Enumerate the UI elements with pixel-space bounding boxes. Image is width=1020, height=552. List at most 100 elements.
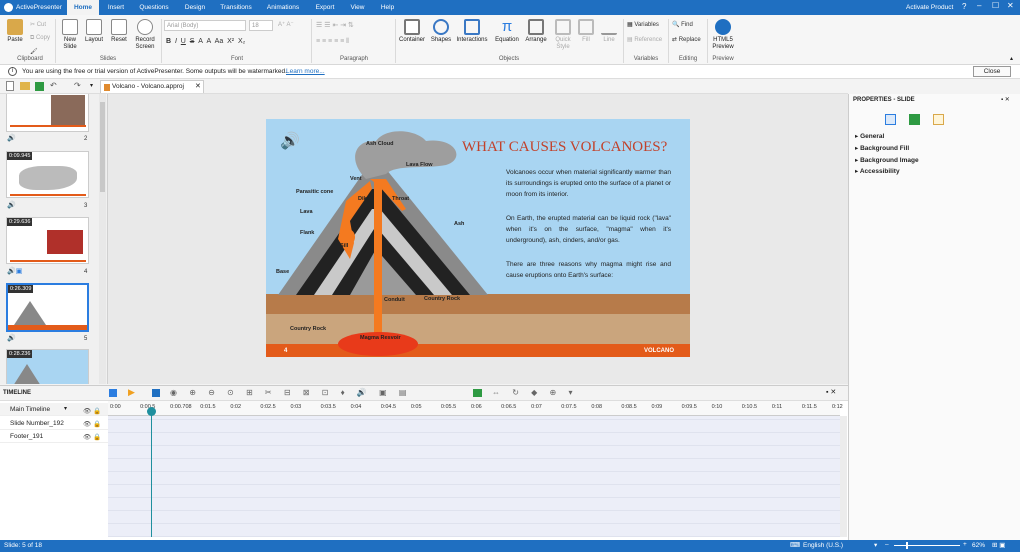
copy-button[interactable]: ⧉ Copy [30,35,50,42]
timeline-view-icon[interactable] [109,389,117,397]
font-format-icons[interactable]: B I U S A A Aa X² X₂ [166,38,245,45]
slide-5[interactable]: 🔊 WHAT CAUSES VOLCANOES? Volcanoes occur… [266,119,690,357]
tab-home[interactable]: Home [67,0,99,15]
slide-thumbnail-2[interactable] [6,94,89,132]
timeline-close-icon[interactable]: ▪ ✕ [826,388,836,396]
new-slide-button[interactable]: New Slide [58,19,82,51]
label-conduit: Conduit [384,297,405,303]
minimize-icon[interactable]: – [977,1,981,10]
language[interactable]: English (U.S.) [803,542,843,549]
ruler-tick-label: 0:07.5 [561,404,577,410]
zoom-slider[interactable] [894,545,960,546]
interactions-button[interactable]: Interactions [454,19,490,44]
document-tab[interactable]: Volcano - Volcano.approj ✕ [100,80,204,93]
ruler-tick-label: 0:09.5 [681,404,697,410]
document-tab-close-icon[interactable]: ✕ [195,82,201,90]
timeline-tracks-area[interactable] [108,416,840,537]
save-icon[interactable] [35,82,44,91]
slide-properties-icon[interactable] [885,114,896,125]
thumbnails-scroll-thumb[interactable] [100,102,105,192]
lava-image [47,230,83,254]
grow-font-icon[interactable]: A⁺ A⁻ [278,21,294,28]
quick-style-button[interactable]: Quick Style [550,19,576,51]
tab-view[interactable]: View [345,0,370,15]
learn-more-link[interactable]: Learn more... [286,68,325,75]
visibility-eye-icons[interactable]: 👁 🔒 👁 🔒 👁 🔒 [83,405,101,444]
font-size-select[interactable]: 18 [249,20,273,31]
replace-button[interactable]: ⇄ Replace [672,36,701,43]
maximize-icon[interactable]: ☐ [992,1,999,10]
properties-background-image[interactable]: ▸ Background Image [855,156,919,164]
shapes-button[interactable]: Shapes [428,19,454,44]
paste-button[interactable]: Paste [4,19,26,44]
tab-insert[interactable]: Insert [102,0,130,15]
playhead-handle[interactable] [147,407,156,416]
arrange-button[interactable]: Arrange [522,19,550,44]
zoom-level: 62% [972,542,986,549]
properties-general[interactable]: ▸ General [855,132,884,140]
tab-design[interactable]: Design [180,0,210,15]
fit-to-window-icon[interactable]: ⊞ ▣ [992,541,1005,549]
new-project-icon[interactable] [6,81,14,91]
reference-button[interactable]: ▤ Reference [627,36,662,43]
font-family-select[interactable]: Arial (Body) [164,20,246,31]
find-button[interactable]: 🔍 Find [672,21,693,28]
stop-timeline-icon[interactable] [152,389,160,397]
tab-questions[interactable]: Questions [136,0,172,15]
reset-button[interactable]: Reset [108,19,130,44]
align-icons[interactable]: ≡ ≡ ≡ ≡ ≡ ⫴ [316,38,349,46]
zoom-in-icon[interactable]: + [963,541,967,548]
notice-close-button[interactable]: Close [973,66,1011,77]
time-ruler[interactable]: 0:000:00.50:00.7080:01.50:020:02.50:030:… [108,401,843,416]
properties-background-fill[interactable]: ▸ Background Fill [855,144,909,152]
layout-button[interactable]: Layout [82,19,106,44]
timeline-more-icons[interactable]: ⇔ ↻ ◆ ⊕ ▾ [492,388,577,397]
equation-icon: π [501,18,513,35]
slide-thumbnail-5[interactable]: 0:26.309 [6,283,89,332]
close-window-icon[interactable]: ✕ [1007,1,1014,10]
tab-animations[interactable]: Animations [263,0,303,15]
line-button[interactable]: Line [600,19,618,44]
activate-product-link[interactable]: Activate Product [906,0,953,15]
zoom-out-icon[interactable]: – [885,541,889,548]
format-painter-icon[interactable]: 🖌 [30,48,38,55]
properties-pin-icon[interactable]: ▪ ✕ [1001,96,1010,103]
undo-icon[interactable]: ↶ [50,81,57,90]
layout-properties-icon[interactable] [909,114,920,125]
zoom-slider-thumb[interactable] [906,542,908,549]
slide-footer-text[interactable]: VOLCANO [644,348,674,354]
slide-audio-icon[interactable]: 🔊 [280,131,300,151]
playhead[interactable] [151,409,152,537]
equation-button[interactable]: π Equation [492,19,522,44]
background-properties-icon[interactable] [933,114,944,125]
slide-thumbnail-4[interactable]: 0:29.636 [6,217,89,264]
redo-icon[interactable]: ↷ [74,81,81,90]
slide-thumbnail-6[interactable]: 0:28.236 [6,349,89,384]
collapse-ribbon-icon[interactable]: ▴ [1010,55,1013,62]
slide-thumbnail-3[interactable]: 0:09.945 [6,151,89,198]
cut-button[interactable]: ✂ Cut [30,21,46,28]
container-button[interactable]: Container [398,19,426,44]
slide-counter: Slide: 5 of 18 [4,542,42,549]
fill-button[interactable]: Fill [577,19,595,44]
slide-number-footer[interactable]: 4 [284,348,287,354]
timeline-tools-icons[interactable]: ◉ ⊕ ⊖ ⊙ ⊞ ✂ ⊟ ⊠ ⊡ ♦ 🔊 ▣ ▤ [170,388,411,397]
ruler-tick-label: 0:06.5 [501,404,517,410]
tab-export[interactable]: Export [310,0,340,15]
list-icons[interactable]: ☰ ☰ ⇤ ⇥ ⇅ [316,21,354,29]
properties-accessibility[interactable]: ▸ Accessibility [855,167,900,175]
html5-preview-button[interactable]: HTML5 Preview [708,19,738,51]
help-icon[interactable]: ? [962,2,966,11]
tab-help[interactable]: Help [375,0,400,15]
tab-transitions[interactable]: Transitions [216,0,256,15]
label-ash: Ash [454,221,465,227]
play-timeline-icon[interactable]: ▶ [128,387,135,398]
variables-button[interactable]: ▦ Variables [627,21,659,28]
record-screen-button[interactable]: Record Screen [132,19,158,51]
view-mode-icon[interactable]: ▾ [874,541,877,549]
timeline-green-icon[interactable] [473,389,482,397]
timeline-vscrollbar[interactable] [840,416,847,537]
open-project-icon[interactable] [20,82,30,90]
customize-toolbar-icon[interactable]: ▾ [90,82,93,89]
dropdown-icon[interactable]: ▾ [64,403,67,416]
